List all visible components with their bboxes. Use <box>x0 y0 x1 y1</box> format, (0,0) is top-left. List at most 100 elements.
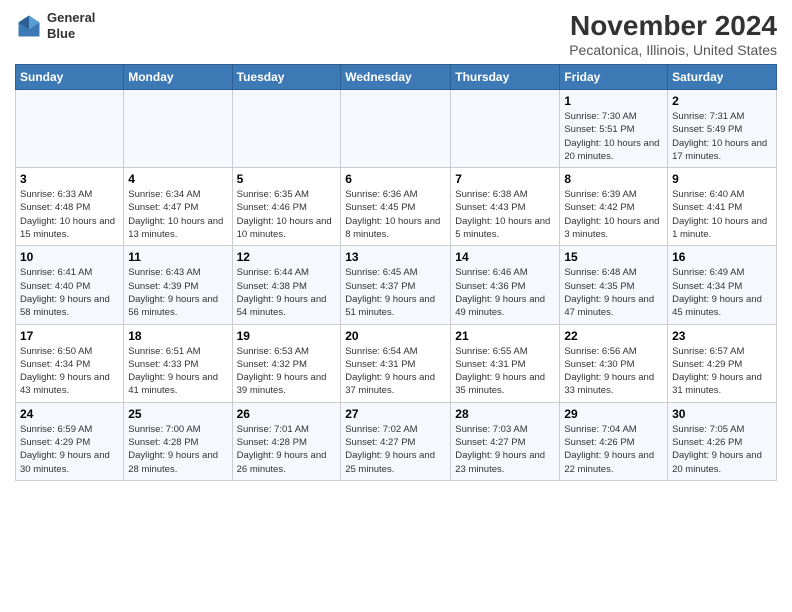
day-number: 4 <box>128 172 227 186</box>
day-info: Sunrise: 7:05 AM Sunset: 4:26 PM Dayligh… <box>672 423 772 476</box>
day-cell: 14 Sunrise: 6:46 AM Sunset: 4:36 PM Dayli… <box>451 246 560 324</box>
day-cell: 18 Sunrise: 6:51 AM Sunset: 4:33 PM Dayli… <box>124 324 232 402</box>
day-number: 18 <box>128 329 227 343</box>
column-header-thursday: Thursday <box>451 65 560 90</box>
day-cell: 23Sunrise: 6:57 AM Sunset: 4:29 PM Dayli… <box>668 324 777 402</box>
day-number: 3 <box>20 172 119 186</box>
day-info: Sunrise: 7:30 AM Sunset: 5:51 PM Dayligh… <box>564 110 663 163</box>
calendar-header-row: SundayMondayTuesdayWednesdayThursdayFrid… <box>16 65 777 90</box>
day-cell: 21 Sunrise: 6:55 AM Sunset: 4:31 PM Dayli… <box>451 324 560 402</box>
day-number: 6 <box>345 172 446 186</box>
day-info: Sunrise: 7:03 AM Sunset: 4:27 PM Dayligh… <box>455 423 555 476</box>
day-number: 5 <box>237 172 337 186</box>
day-info: Sunrise: 7:01 AM Sunset: 4:28 PM Dayligh… <box>237 423 337 476</box>
title-block: November 2024 Pecatonica, Illinois, Unit… <box>569 10 777 58</box>
logo-icon <box>15 12 43 40</box>
day-info: Sunrise: 6:54 AM Sunset: 4:31 PM Dayligh… <box>345 345 446 398</box>
day-info: Sunrise: 6:50 AM Sunset: 4:34 PM Dayligh… <box>20 345 119 398</box>
day-cell: 17Sunrise: 6:50 AM Sunset: 4:34 PM Dayli… <box>16 324 124 402</box>
day-info: Sunrise: 6:36 AM Sunset: 4:45 PM Dayligh… <box>345 188 446 241</box>
day-cell: 2Sunrise: 7:31 AM Sunset: 5:49 PM Daylig… <box>668 90 777 168</box>
week-row-3: 10Sunrise: 6:41 AM Sunset: 4:40 PM Dayli… <box>16 246 777 324</box>
day-cell: 13 Sunrise: 6:45 AM Sunset: 4:37 PM Dayli… <box>341 246 451 324</box>
day-number: 8 <box>564 172 663 186</box>
column-header-saturday: Saturday <box>668 65 777 90</box>
day-number: 26 <box>237 407 337 421</box>
logo: General Blue <box>15 10 95 41</box>
week-row-5: 24Sunrise: 6:59 AM Sunset: 4:29 PM Dayli… <box>16 402 777 480</box>
day-cell: 11Sunrise: 6:43 AM Sunset: 4:39 PM Dayli… <box>124 246 232 324</box>
day-cell: 15 Sunrise: 6:48 AM Sunset: 4:35 PM Dayli… <box>560 246 668 324</box>
day-info: Sunrise: 6:46 AM Sunset: 4:36 PM Dayligh… <box>455 266 555 319</box>
day-number: 9 <box>672 172 772 186</box>
day-number: 27 <box>345 407 446 421</box>
day-number: 20 <box>345 329 446 343</box>
day-cell: 19 Sunrise: 6:53 AM Sunset: 4:32 PM Dayli… <box>232 324 341 402</box>
logo-text: General Blue <box>47 10 95 41</box>
day-cell: 9 Sunrise: 6:40 AM Sunset: 4:41 PM Daylig… <box>668 168 777 246</box>
day-number: 29 <box>564 407 663 421</box>
day-cell: 25 Sunrise: 7:00 AM Sunset: 4:28 PM Dayli… <box>124 402 232 480</box>
column-header-tuesday: Tuesday <box>232 65 341 90</box>
day-info: Sunrise: 6:51 AM Sunset: 4:33 PM Dayligh… <box>128 345 227 398</box>
day-cell: 20 Sunrise: 6:54 AM Sunset: 4:31 PM Dayli… <box>341 324 451 402</box>
week-row-1: 1 Sunrise: 7:30 AM Sunset: 5:51 PM Daylig… <box>16 90 777 168</box>
day-cell: 1 Sunrise: 7:30 AM Sunset: 5:51 PM Daylig… <box>560 90 668 168</box>
week-row-4: 17Sunrise: 6:50 AM Sunset: 4:34 PM Dayli… <box>16 324 777 402</box>
day-cell: 10Sunrise: 6:41 AM Sunset: 4:40 PM Dayli… <box>16 246 124 324</box>
day-info: Sunrise: 6:56 AM Sunset: 4:30 PM Dayligh… <box>564 345 663 398</box>
main-title: November 2024 <box>569 10 777 42</box>
day-info: Sunrise: 6:57 AM Sunset: 4:29 PM Dayligh… <box>672 345 772 398</box>
day-number: 25 <box>128 407 227 421</box>
day-number: 30 <box>672 407 772 421</box>
day-cell: 28 Sunrise: 7:03 AM Sunset: 4:27 PM Dayli… <box>451 402 560 480</box>
day-number: 7 <box>455 172 555 186</box>
day-cell: 12Sunrise: 6:44 AM Sunset: 4:38 PM Dayli… <box>232 246 341 324</box>
day-cell: 24Sunrise: 6:59 AM Sunset: 4:29 PM Dayli… <box>16 402 124 480</box>
column-header-friday: Friday <box>560 65 668 90</box>
day-info: Sunrise: 6:53 AM Sunset: 4:32 PM Dayligh… <box>237 345 337 398</box>
day-cell <box>16 90 124 168</box>
day-info: Sunrise: 6:45 AM Sunset: 4:37 PM Dayligh… <box>345 266 446 319</box>
day-number: 28 <box>455 407 555 421</box>
day-info: Sunrise: 6:59 AM Sunset: 4:29 PM Dayligh… <box>20 423 119 476</box>
day-cell: 3Sunrise: 6:33 AM Sunset: 4:48 PM Daylig… <box>16 168 124 246</box>
day-info: Sunrise: 7:02 AM Sunset: 4:27 PM Dayligh… <box>345 423 446 476</box>
column-header-wednesday: Wednesday <box>341 65 451 90</box>
day-number: 16 <box>672 250 772 264</box>
day-number: 14 <box>455 250 555 264</box>
header: General Blue November 2024 Pecatonica, I… <box>15 10 777 58</box>
day-info: Sunrise: 7:00 AM Sunset: 4:28 PM Dayligh… <box>128 423 227 476</box>
day-number: 22 <box>564 329 663 343</box>
day-number: 15 <box>564 250 663 264</box>
week-row-2: 3Sunrise: 6:33 AM Sunset: 4:48 PM Daylig… <box>16 168 777 246</box>
day-cell <box>341 90 451 168</box>
day-number: 13 <box>345 250 446 264</box>
day-info: Sunrise: 6:49 AM Sunset: 4:34 PM Dayligh… <box>672 266 772 319</box>
day-cell: 30 Sunrise: 7:05 AM Sunset: 4:26 PM Dayli… <box>668 402 777 480</box>
day-info: Sunrise: 6:40 AM Sunset: 4:41 PM Dayligh… <box>672 188 772 241</box>
day-info: Sunrise: 6:44 AM Sunset: 4:38 PM Dayligh… <box>237 266 337 319</box>
day-info: Sunrise: 6:34 AM Sunset: 4:47 PM Dayligh… <box>128 188 227 241</box>
day-cell: 8 Sunrise: 6:39 AM Sunset: 4:42 PM Daylig… <box>560 168 668 246</box>
day-info: Sunrise: 6:41 AM Sunset: 4:40 PM Dayligh… <box>20 266 119 319</box>
day-info: Sunrise: 6:35 AM Sunset: 4:46 PM Dayligh… <box>237 188 337 241</box>
day-number: 1 <box>564 94 663 108</box>
day-cell: 27 Sunrise: 7:02 AM Sunset: 4:27 PM Dayli… <box>341 402 451 480</box>
day-cell: 5 Sunrise: 6:35 AM Sunset: 4:46 PM Daylig… <box>232 168 341 246</box>
day-cell <box>451 90 560 168</box>
day-number: 19 <box>237 329 337 343</box>
day-number: 21 <box>455 329 555 343</box>
day-info: Sunrise: 6:39 AM Sunset: 4:42 PM Dayligh… <box>564 188 663 241</box>
day-cell: 26 Sunrise: 7:01 AM Sunset: 4:28 PM Dayli… <box>232 402 341 480</box>
day-cell: 7 Sunrise: 6:38 AM Sunset: 4:43 PM Daylig… <box>451 168 560 246</box>
day-number: 11 <box>128 250 227 264</box>
day-info: Sunrise: 6:55 AM Sunset: 4:31 PM Dayligh… <box>455 345 555 398</box>
day-number: 2 <box>672 94 772 108</box>
subtitle: Pecatonica, Illinois, United States <box>569 42 777 58</box>
day-cell <box>232 90 341 168</box>
calendar: SundayMondayTuesdayWednesdayThursdayFrid… <box>15 64 777 481</box>
day-info: Sunrise: 6:48 AM Sunset: 4:35 PM Dayligh… <box>564 266 663 319</box>
column-header-sunday: Sunday <box>16 65 124 90</box>
day-info: Sunrise: 6:38 AM Sunset: 4:43 PM Dayligh… <box>455 188 555 241</box>
